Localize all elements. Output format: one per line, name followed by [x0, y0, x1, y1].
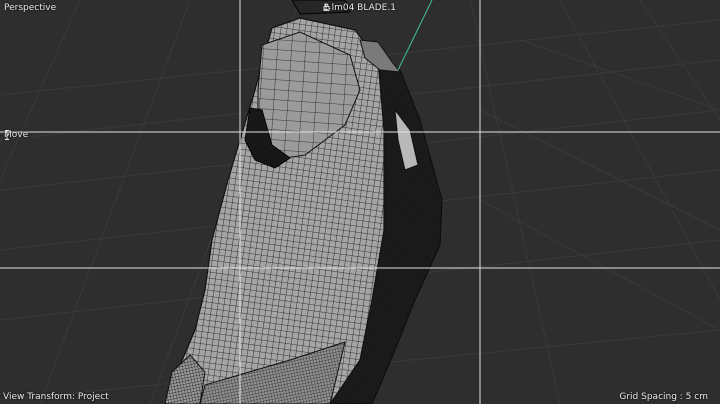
lock-icon[interactable]	[323, 3, 331, 11]
text-cursor-icon	[5, 130, 9, 140]
3d-viewport[interactable]: Perspective 1 lm04 BLADE.1 Move View Tra…	[0, 0, 720, 404]
object-label[interactable]: 1 lm04 BLADE.1	[323, 3, 396, 14]
blade-mesh[interactable]	[164, 0, 443, 404]
view-transform-label: View Transform: Project	[3, 392, 109, 402]
view-name-label[interactable]: Perspective	[4, 3, 56, 14]
viewport-canvas[interactable]	[0, 0, 720, 404]
active-tool-label: Move	[4, 130, 28, 141]
object-name: 1 lm04 BLADE.1	[323, 3, 396, 13]
axis-line	[397, 0, 433, 71]
grid-spacing-label: Grid Spacing : 5 cm	[619, 392, 708, 402]
